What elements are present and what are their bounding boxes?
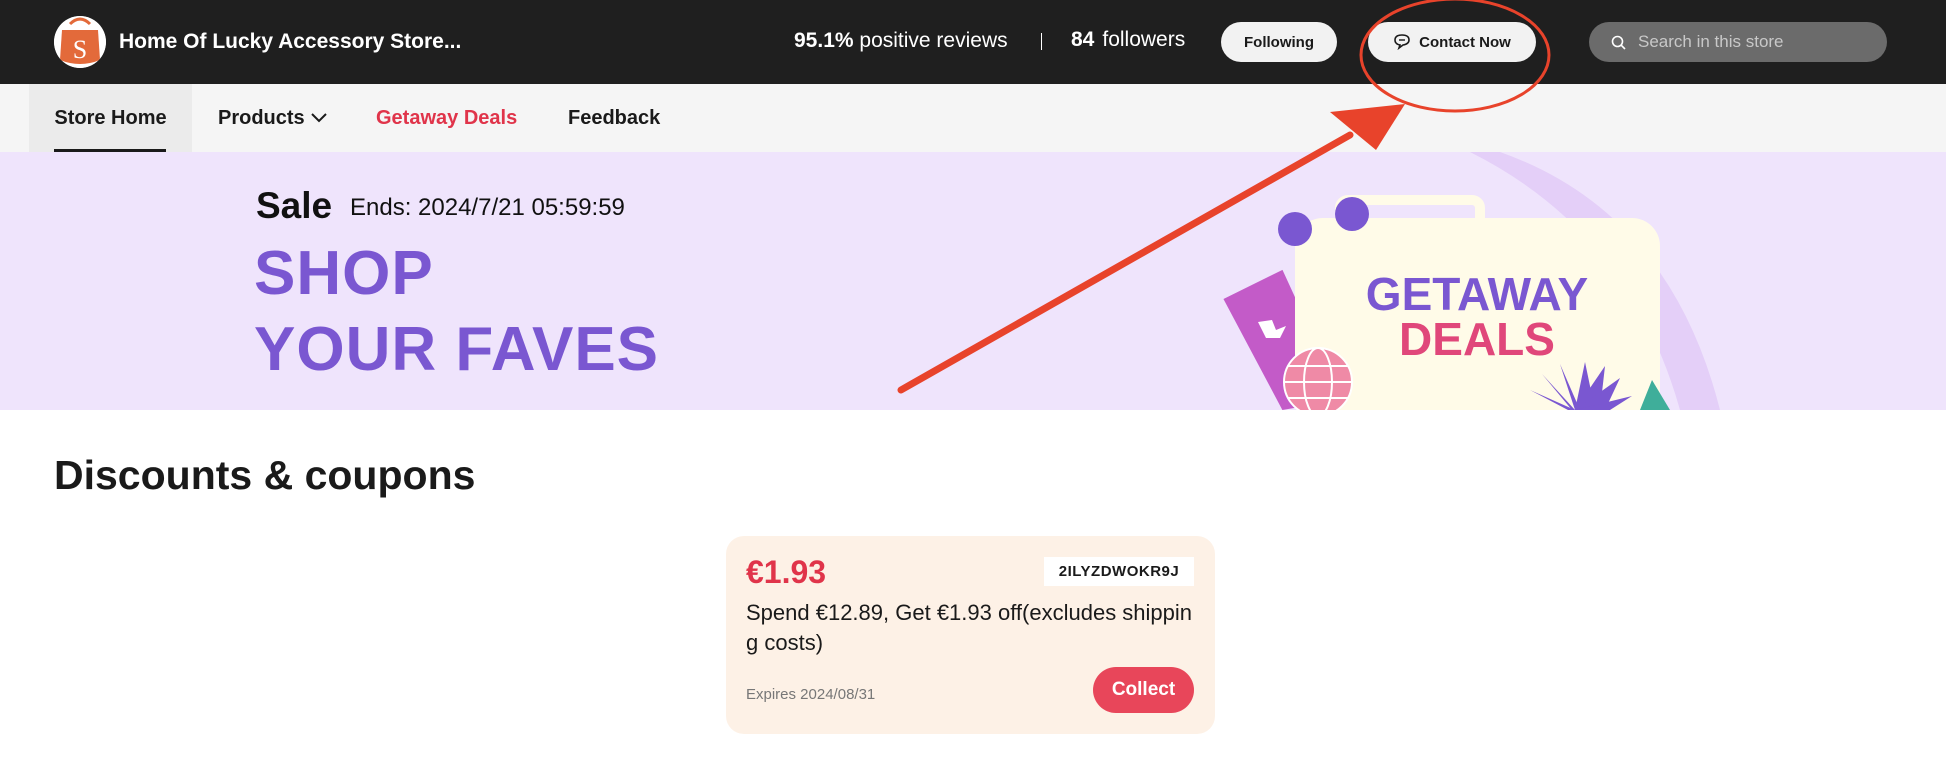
sale-label: Sale	[256, 185, 333, 226]
tab-products[interactable]: Products	[218, 84, 327, 152]
store-name[interactable]: Home Of Lucky Accessory Store...	[119, 30, 461, 54]
getaway-deals-illustration: GETAWAY DEALS	[1223, 152, 1720, 410]
contact-now-button[interactable]: Contact Now	[1368, 22, 1536, 62]
store-header: S Home Of Lucky Accessory Store... 95.1%…	[0, 0, 1946, 84]
coupon-description: Spend €12.89, Get €1.93 off(excludes shi…	[746, 600, 1193, 655]
followers-count: 84 followers	[1071, 28, 1185, 52]
store-logo[interactable]: S	[54, 16, 106, 68]
search-input[interactable]	[1636, 31, 1880, 53]
tab-store-home-label: Store Home	[54, 106, 167, 129]
coupon-amount: €1.93	[746, 554, 827, 590]
contact-now-label: Contact Now	[1419, 33, 1511, 51]
positive-reviews-value: 95.1%	[794, 29, 854, 52]
store-page: S Home Of Lucky Accessory Store... 95.1%…	[0, 0, 1946, 772]
banner-headline-1: SHOP	[254, 239, 434, 308]
search-icon	[1611, 35, 1626, 50]
chevron-down-icon	[310, 113, 327, 123]
store-search[interactable]	[1589, 22, 1887, 62]
coupon-expiry: Expires 2024/08/31	[746, 686, 876, 703]
following-button[interactable]: Following	[1221, 22, 1337, 62]
followers-value: 84	[1071, 28, 1095, 51]
sale-banner[interactable]: Sale Ends: 2024/7/21 05:59:59 SHOP YOUR …	[0, 152, 1946, 410]
coupon-card: €1.93 2ILYZDWOKR9J Spend €12.89, Get €1.…	[726, 536, 1215, 734]
tab-feedback[interactable]: Feedback	[568, 84, 660, 152]
tab-products-label: Products	[218, 106, 305, 129]
followers-label: followers	[1102, 28, 1186, 51]
header-divider	[1041, 33, 1042, 50]
sale-countdown: Ends: 2024/7/21 05:59:59	[350, 194, 625, 221]
discounts-title: Discounts & coupons	[54, 452, 476, 498]
store-nav: Store Home Products Getaway Deals Feedba…	[0, 84, 1946, 152]
art-line-2: DEALS	[1399, 313, 1555, 365]
chat-bubble-icon	[1394, 34, 1410, 50]
shopping-bag-icon: S	[54, 16, 106, 68]
collect-coupon-button[interactable]: Collect	[1093, 667, 1194, 713]
banner-headline-2: YOUR FAVES	[254, 315, 660, 384]
positive-reviews-label: positive reviews	[859, 29, 1008, 52]
svg-text:S: S	[73, 35, 87, 64]
tab-store-home[interactable]: Store Home	[29, 84, 192, 152]
tab-getaway-deals[interactable]: Getaway Deals	[376, 84, 517, 152]
positive-reviews: 95.1% positive reviews	[794, 29, 1008, 53]
coupon-code[interactable]: 2ILYZDWOKR9J	[1044, 557, 1194, 586]
